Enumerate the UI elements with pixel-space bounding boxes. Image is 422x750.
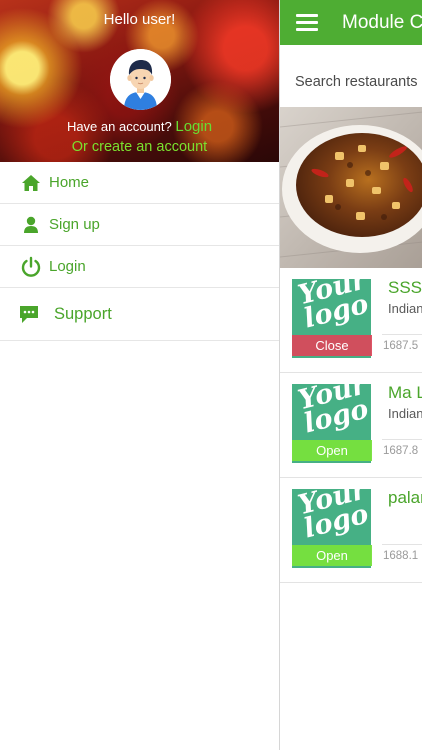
menu-item-label: Support: [54, 304, 112, 323]
user-avatar-icon: [110, 49, 171, 110]
logo-text: Your logo: [295, 489, 371, 545]
create-account-link[interactable]: Or create an account: [0, 139, 279, 155]
drawer-menu: Home Sign up Login Support: [0, 162, 279, 341]
restaurant-card[interactable]: Your logo Open Ma L Indian 1687.8: [280, 373, 422, 478]
user-icon: [17, 216, 45, 234]
menu-item-label: Sign up: [49, 216, 100, 233]
divider: [382, 439, 422, 440]
status-badge: Open: [292, 440, 372, 461]
menu-item-support[interactable]: Support: [0, 288, 279, 341]
have-account-text: Have an account?: [66, 119, 172, 134]
restaurant-distance: 1687.8: [383, 445, 419, 457]
restaurant-cuisine: Indian: [388, 406, 422, 421]
greeting-text: Hello user!: [103, 11, 176, 28]
home-icon: [17, 174, 45, 192]
menu-item-label: Login: [49, 258, 86, 275]
restaurant-card[interactable]: Your logo Close SSS Indian 1687.5: [280, 268, 422, 373]
have-account-line: Have an account? Login: [0, 118, 279, 135]
restaurant-name: Ma L: [388, 383, 422, 402]
menu-item-sign-up[interactable]: Sign up: [0, 204, 279, 246]
food-banner-image: [280, 107, 422, 268]
page-title: Module C: [342, 12, 422, 33]
app-bar: Module C: [280, 0, 422, 45]
main-content: Module C Search restaurants Your logo Cl…: [279, 0, 422, 750]
menu-item-home[interactable]: Home: [0, 162, 279, 204]
status-badge: Close: [292, 335, 372, 356]
logo-text: Your logo: [295, 384, 371, 440]
avatar[interactable]: [110, 49, 171, 110]
menu-item-login[interactable]: Login: [0, 246, 279, 288]
restaurant-name: SSS: [388, 278, 422, 297]
drawer-header: Hello user! Have an account? Login Or cr…: [0, 0, 279, 162]
logo-text: Your logo: [295, 279, 371, 335]
restaurant-cuisine: Indian: [388, 301, 422, 316]
search-input[interactable]: Search restaurants: [295, 74, 418, 90]
menu-item-label: Home: [49, 174, 90, 191]
login-link[interactable]: Login: [175, 118, 212, 135]
restaurant-card[interactable]: Your logo Open palar 1688.1: [280, 478, 422, 583]
restaurant-distance: 1687.5: [383, 340, 419, 352]
navigation-drawer: Hello user! Have an account? Login Or cr…: [0, 0, 279, 750]
power-icon: [17, 256, 45, 278]
restaurant-distance: 1688.1: [383, 550, 419, 562]
menu-icon[interactable]: [296, 14, 318, 31]
divider: [382, 544, 422, 545]
restaurant-name: palar: [388, 488, 422, 507]
chat-icon: [16, 303, 42, 325]
divider: [382, 334, 422, 335]
status-badge: Open: [292, 545, 372, 566]
